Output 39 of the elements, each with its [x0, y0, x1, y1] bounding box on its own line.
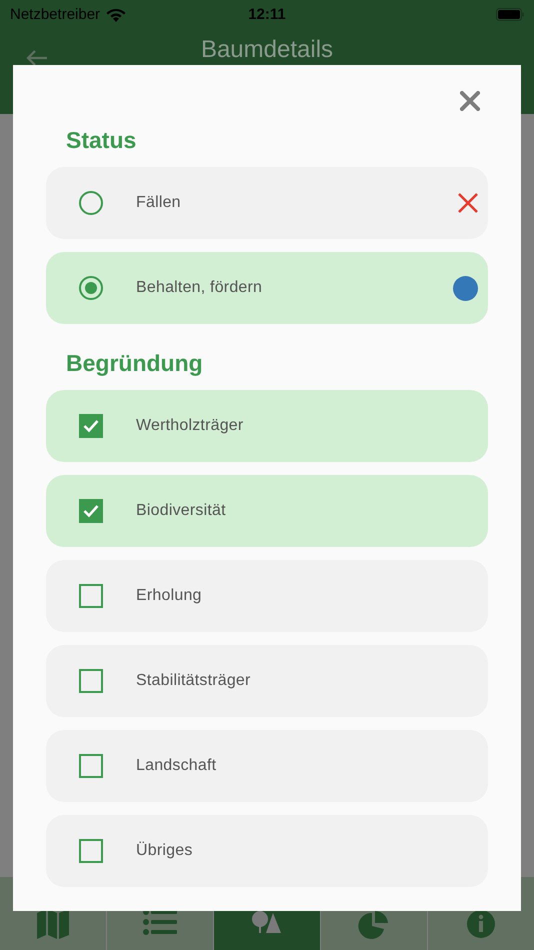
list-icon	[143, 909, 177, 935]
option-label: Fällen	[136, 194, 181, 212]
checkbox[interactable]	[79, 839, 103, 863]
screen-title: Baumdetails	[200, 36, 334, 64]
option-label: Erholung	[136, 587, 202, 605]
reason-option[interactable]: Landschaft	[46, 730, 488, 802]
radio-button[interactable]	[79, 276, 103, 300]
checkbox[interactable]	[79, 499, 103, 523]
option-label: Übriges	[136, 842, 193, 860]
status-option[interactable]: Behalten, fördern	[46, 252, 488, 324]
option-label: Biodiversität	[136, 502, 226, 520]
checkbox[interactable]	[79, 669, 103, 693]
checkbox[interactable]	[79, 754, 103, 778]
option-label: Wertholzträger	[136, 417, 244, 435]
close-icon[interactable]	[460, 91, 480, 111]
reason-option[interactable]: Wertholzträger	[46, 390, 488, 462]
checkbox[interactable]	[79, 584, 103, 608]
option-label: Behalten, fördern	[136, 279, 262, 297]
reason-option[interactable]: Biodiversität	[46, 475, 488, 547]
clock-time: 12:11	[247, 6, 287, 22]
reason-option[interactable]: Stabilitätsträger	[46, 645, 488, 717]
reason-option[interactable]: Erholung	[46, 560, 488, 632]
radio-button[interactable]	[79, 191, 103, 215]
battery-icon	[496, 8, 524, 20]
option-label: Landschaft	[136, 757, 216, 775]
reason-option[interactable]: Übriges	[46, 815, 488, 887]
carrier-name: Netzbetreiber	[10, 6, 100, 22]
info-icon	[466, 909, 496, 939]
check-icon	[83, 504, 99, 518]
map-icon	[36, 909, 70, 939]
checkbox[interactable]	[79, 414, 103, 438]
pie-chart-icon	[358, 909, 390, 941]
wifi-icon	[106, 6, 126, 22]
section-heading: Begründung	[66, 349, 204, 378]
back-arrow-icon[interactable]	[26, 49, 48, 67]
section-heading: Status	[66, 126, 138, 155]
check-icon	[83, 419, 99, 433]
status-option[interactable]: Fällen	[46, 167, 488, 239]
option-label: Stabilitätsträger	[136, 672, 251, 690]
